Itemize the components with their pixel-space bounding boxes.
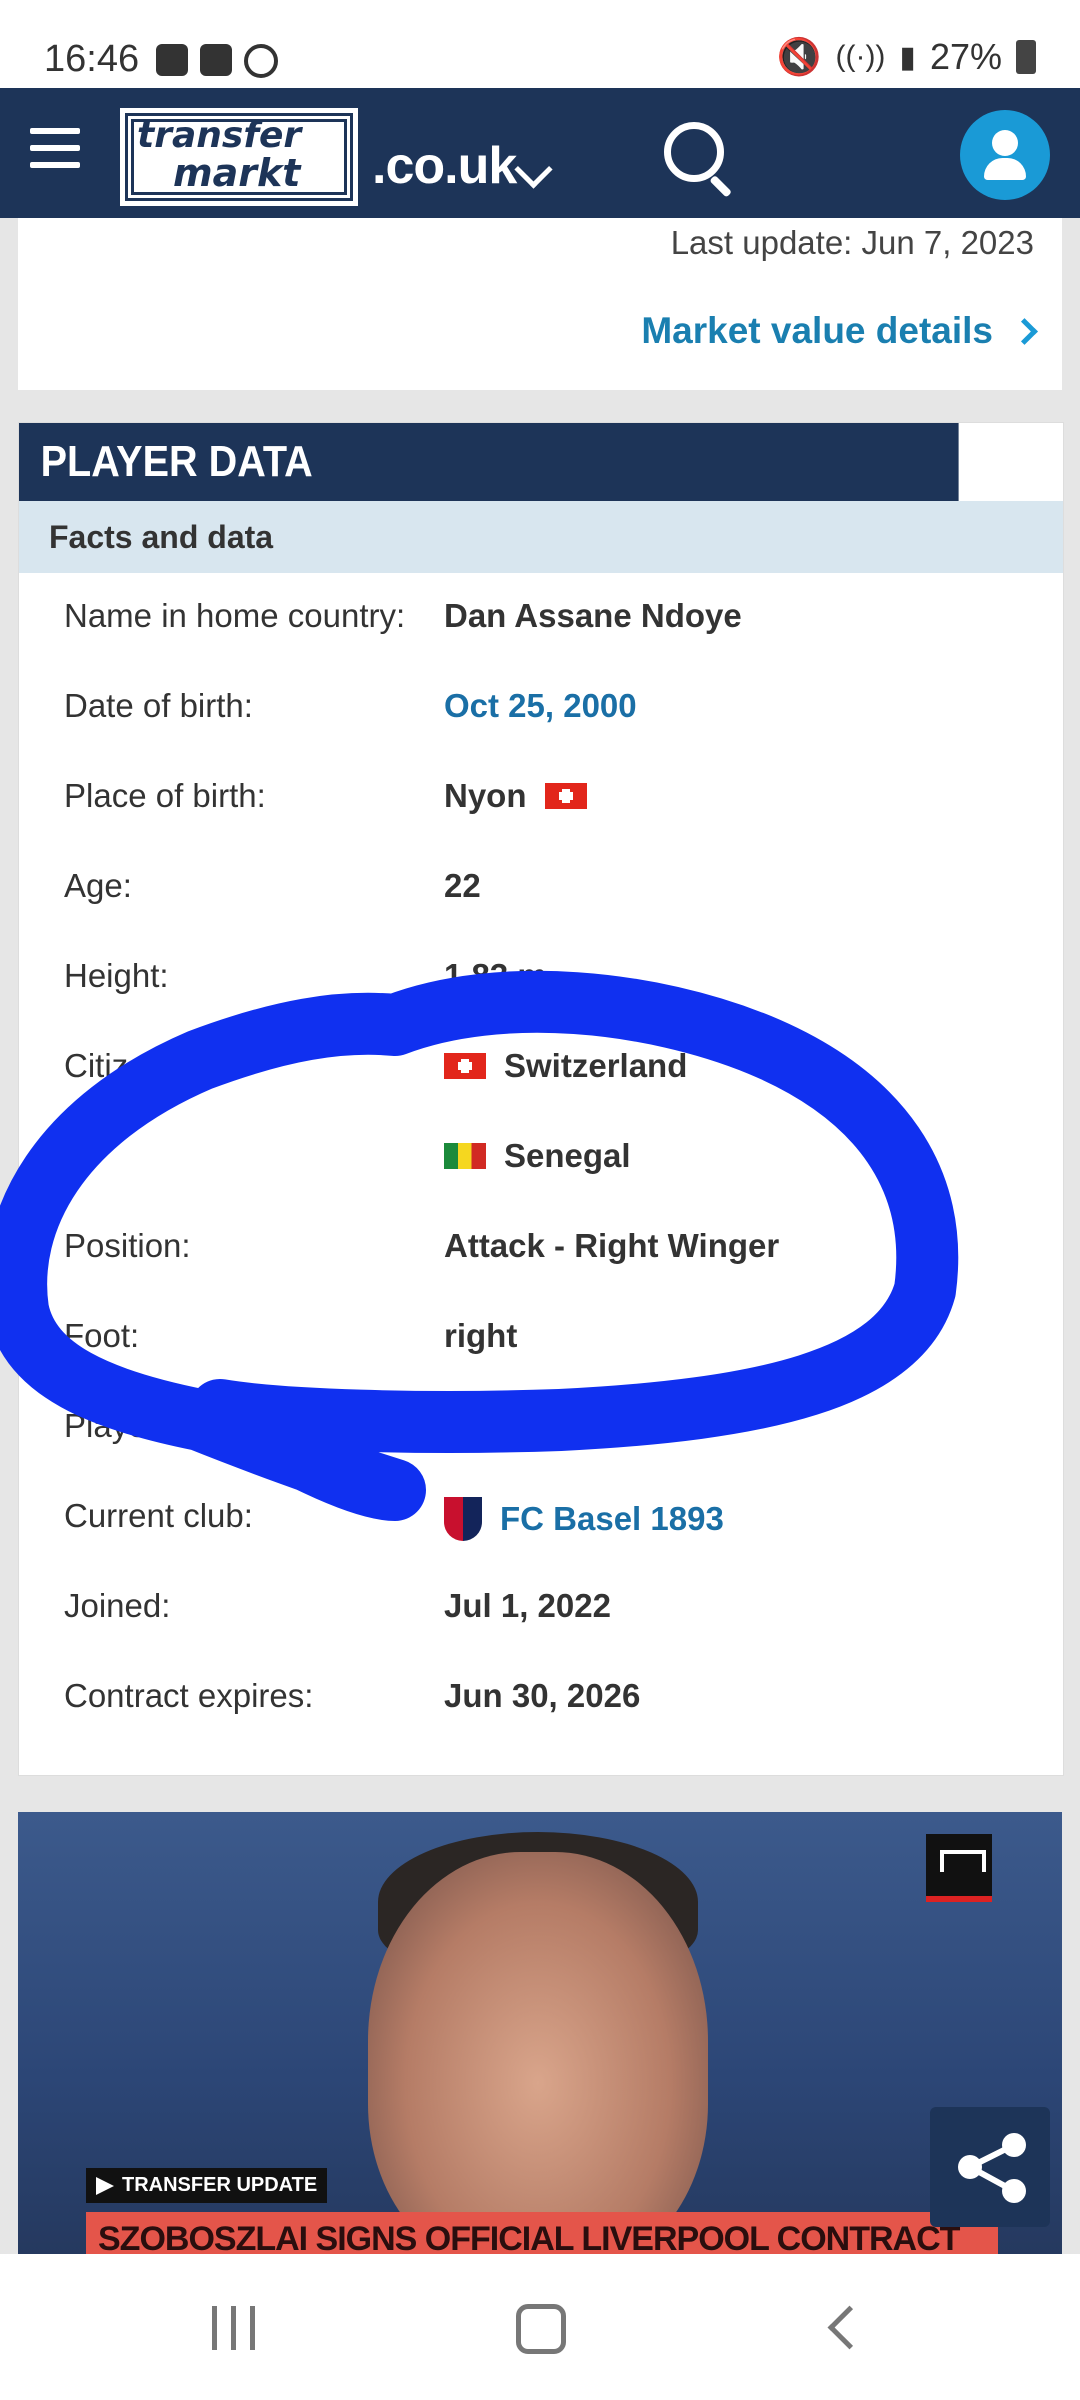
row-value: Jul 1, 2022 — [444, 1587, 611, 1624]
market-value-details-link[interactable]: Market value details — [641, 310, 1038, 352]
row-value: Attack - Right Winger — [444, 1227, 780, 1264]
news-icon — [200, 44, 232, 76]
row-value-wrap: Switzerland — [444, 1047, 687, 1085]
site-logo[interactable]: transfer markt — [120, 108, 358, 206]
fc-basel-crest-icon — [444, 1497, 482, 1541]
row-label: Place of birth: — [64, 777, 266, 814]
row-label: Name in home country: — [64, 597, 406, 634]
market-value-details-label: Market value details — [641, 310, 993, 351]
switzerland-flag-icon — [544, 783, 587, 809]
row-position: Position: Attack - Right Winger — [19, 1203, 1063, 1293]
player-agent-link[interactable]: BSC Ch... — [444, 1407, 594, 1445]
row-label: Current club: — [64, 1497, 253, 1534]
senegal-flag-icon — [444, 1143, 486, 1169]
transfer-update-label: TRANSFER UPDATE — [122, 2174, 318, 2196]
logo-text-line2: markt — [173, 151, 301, 195]
row-label: Foot: — [64, 1317, 140, 1354]
row-value: FC Basel 1893 — [500, 1500, 724, 1537]
row-foot: Foot: right — [19, 1293, 1063, 1383]
last-update-text: Last update: Jun 7, 2023 — [670, 224, 1034, 261]
date-of-birth-link[interactable]: Oct 25, 2000 — [444, 687, 637, 725]
domain-selector[interactable]: .co.uk — [372, 136, 517, 196]
status-time: 16:46 — [44, 38, 140, 80]
user-icon[interactable] — [960, 110, 1050, 200]
row-current-club: Current club: FC Basel 1893 — [19, 1473, 1063, 1563]
row-citizenship-2: Senegal — [19, 1113, 1063, 1203]
row-value: Switzerland — [504, 1047, 688, 1084]
share-icon-lines — [968, 2142, 1016, 2194]
home-icon[interactable] — [516, 2304, 566, 2354]
wifi-icon: ((·)) — [835, 40, 886, 73]
row-date-of-birth: Date of birth: Oct 25, 2000 — [19, 663, 1063, 753]
row-place-of-birth: Place of birth: Nyon — [19, 753, 1063, 843]
row-contract-expires: Contract expires: Jun 30, 2026 — [19, 1653, 1063, 1743]
row-player-agent: Player agent: BSC Ch... — [19, 1383, 1063, 1473]
row-value-wrap: Senegal — [444, 1137, 631, 1175]
news-video-card[interactable]: TRANSFER UPDATE SZOBOSZLAI SIGNS OFFICIA… — [18, 1812, 1062, 2254]
arrow-icon — [96, 2176, 114, 2195]
row-label: Player agent: — [64, 1407, 259, 1444]
player-data-title: PLAYER DATA — [19, 423, 959, 501]
chevron-down-icon[interactable] — [514, 150, 553, 189]
android-nav-bar — [0, 2254, 1080, 2400]
status-system-icons: 🔇 ((·)) ▮ 27% — [777, 36, 1036, 78]
row-label: Age: — [64, 867, 132, 904]
row-name-home-country: Name in home country: Dan Assane Ndoye — [19, 573, 1063, 663]
row-value: right — [444, 1317, 518, 1354]
row-value: Senegal — [504, 1137, 631, 1174]
row-value-wrap: Nyon — [444, 777, 587, 815]
row-label: Date of birth: — [64, 687, 253, 724]
status-bar: 16:46 🔇 ((·)) ▮ 27% — [0, 0, 1080, 88]
shazam-icon — [244, 44, 278, 78]
logo-text-line1: transfer — [137, 115, 302, 156]
status-notification-icons — [156, 44, 278, 78]
switzerland-flag-icon — [444, 1053, 486, 1079]
row-value: 1,83 m — [444, 957, 547, 994]
back-icon[interactable] — [827, 2305, 872, 2350]
row-value: Jun 30, 2026 — [444, 1677, 641, 1714]
row-label: Height: — [64, 957, 169, 994]
signal-icon: ▮ — [899, 40, 916, 74]
recents-icon[interactable] — [212, 2306, 255, 2350]
share-button[interactable] — [930, 2107, 1050, 2227]
site-header: transfer markt .co.uk — [0, 88, 1080, 218]
row-joined: Joined: Jul 1, 2022 — [19, 1563, 1063, 1653]
row-label: Citizenship: — [64, 1047, 235, 1084]
facts-and-data-subtitle: Facts and data — [19, 501, 1063, 573]
market-value-card: Last update: Jun 7, 2023 Market value de… — [18, 218, 1062, 390]
current-club-link[interactable]: FC Basel 1893 — [444, 1497, 724, 1541]
row-value: 22 — [444, 867, 481, 904]
transfer-update-badge: TRANSFER UPDATE — [86, 2168, 328, 2203]
row-label: Joined: — [64, 1587, 171, 1624]
user-icon-head — [992, 130, 1018, 156]
news-headline: SZOBOSZLAI SIGNS OFFICIAL LIVERPOOL CONT… — [86, 2212, 998, 2254]
row-label: Position: — [64, 1227, 191, 1264]
search-icon[interactable] — [664, 122, 724, 182]
row-height: Height: 1,83 m — [19, 933, 1063, 1023]
goal-logo-icon — [926, 1834, 992, 1902]
row-value: Dan Assane Ndoye — [444, 597, 742, 634]
chevron-right-icon — [1011, 317, 1038, 345]
player-photo — [368, 1852, 708, 2254]
row-label: Contract expires: — [64, 1677, 314, 1714]
battery-percent: 27% — [929, 36, 1002, 77]
row-value: Nyon — [444, 777, 527, 814]
user-icon-shoulders — [984, 158, 1026, 180]
battery-icon — [1016, 40, 1036, 74]
gallery-icon — [156, 44, 188, 76]
row-age: Age: 22 — [19, 843, 1063, 933]
row-citizenship: Citizenship: Switzerland — [19, 1023, 1063, 1113]
mute-icon: 🔇 — [776, 36, 822, 77]
player-data-card: PLAYER DATA Facts and data Name in home … — [18, 422, 1064, 1776]
menu-icon[interactable] — [30, 128, 80, 179]
